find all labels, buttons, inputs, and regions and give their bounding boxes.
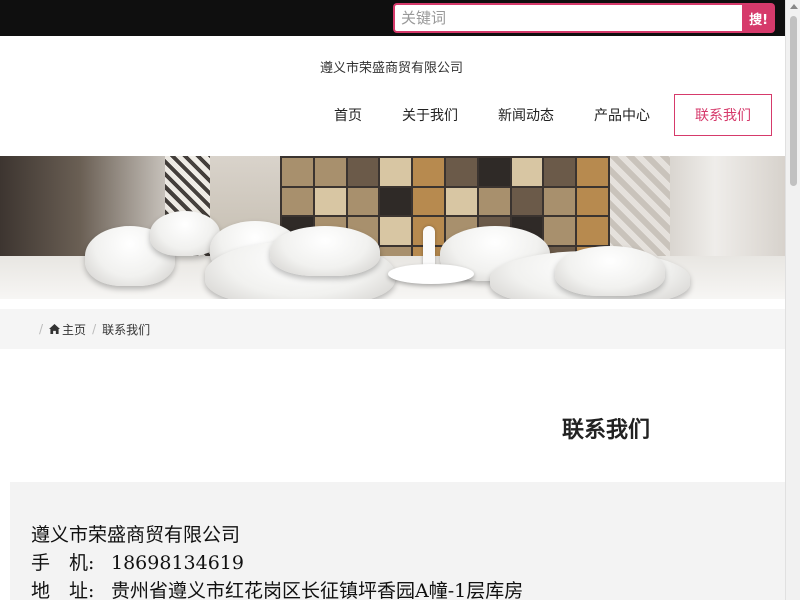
phone-label: 手 机: [31, 552, 95, 574]
breadcrumb-home-link[interactable]: 主页 [62, 321, 86, 338]
search-input[interactable] [393, 3, 743, 33]
nav-item-news[interactable]: 新闻动态 [478, 94, 574, 136]
address-value: 贵州省遵义市红花岗区长征镇坪香园A幢-1层库房 [111, 580, 524, 600]
banner-image [0, 156, 785, 299]
nav-item-contact[interactable]: 联系我们 [674, 94, 772, 136]
page-title: 联系我们 [562, 417, 651, 443]
main-nav: 首页 关于我们 新闻动态 产品中心 联系我们 [314, 94, 772, 136]
banner-chair [270, 226, 380, 276]
home-icon [49, 324, 61, 334]
nav-item-products[interactable]: 产品中心 [574, 94, 670, 136]
contact-phone-row: 手 机: 18698134619 [31, 548, 244, 575]
banner-table [388, 264, 474, 284]
nav-item-about[interactable]: 关于我们 [382, 94, 478, 136]
breadcrumb-separator: / [92, 322, 97, 336]
top-bar: 搜! [0, 0, 785, 36]
contact-company: 遵义市荣盛商贸有限公司 [31, 524, 241, 546]
address-label: 地 址: [31, 580, 95, 600]
nav-item-home[interactable]: 首页 [314, 94, 382, 136]
page-scrollbar[interactable] [785, 0, 800, 600]
breadcrumb: / 主页 / 联系我们 [0, 309, 785, 349]
banner-chair [555, 246, 665, 296]
contact-address-row: 地 址: 贵州省遵义市红花岗区长征镇坪香园A幢-1层库房 [31, 576, 523, 600]
breadcrumb-current: 联系我们 [102, 322, 151, 337]
breadcrumb-separator: / [39, 322, 44, 336]
scroll-up-arrow-icon[interactable] [790, 4, 798, 9]
scroll-thumb[interactable] [790, 16, 797, 186]
phone-value: 18698134619 [111, 552, 244, 574]
search-form: 搜! [393, 3, 775, 33]
search-button[interactable]: 搜! [742, 3, 775, 33]
company-name[interactable]: 遵义市荣盛商贸有限公司 [320, 57, 463, 76]
